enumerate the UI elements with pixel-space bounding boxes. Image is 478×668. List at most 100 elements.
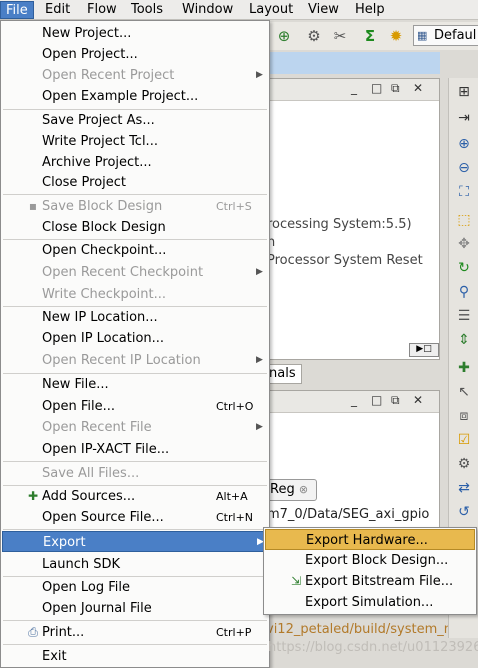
menu-file[interactable]: File	[0, 1, 34, 19]
menu-item-label: Close Block Design	[42, 220, 166, 235]
menu-item-shortcut: Ctrl+P	[216, 626, 252, 639]
minimize-icon[interactable]: _	[351, 81, 357, 95]
move-icon[interactable]: ✥	[454, 234, 474, 254]
menu-item-label: Open Recent Checkpoint	[42, 265, 204, 280]
menu-item-export-bitstream-file[interactable]: ⇲ Export Bitstream File...	[265, 571, 475, 592]
tree-line-3: Processor System Reset	[267, 253, 423, 268]
tools-icon[interactable]: ✂	[330, 26, 350, 46]
menu-item-archive-project[interactable]: Archive Project...	[2, 152, 268, 173]
sigma-icon[interactable]: Σ	[360, 26, 380, 46]
menu-tools[interactable]: Tools	[126, 1, 168, 19]
menu-item-exit[interactable]: Exit	[2, 646, 268, 667]
menu-item-open-source-file[interactable]: Open Source File... Ctrl+N	[2, 507, 268, 528]
watermark: https://blog.csdn.net/u011239266	[268, 640, 478, 655]
menu-item-new-file[interactable]: New File...	[2, 374, 268, 395]
scroll-right-button[interactable]: ▶□	[409, 343, 439, 357]
menu-item-label: New File...	[42, 377, 109, 392]
menu-item-print[interactable]: ⎙ Print... Ctrl+P	[2, 622, 268, 643]
search-icon[interactable]: ⚲	[454, 282, 474, 302]
menu-item-open-example-project[interactable]: Open Example Project...	[2, 86, 268, 107]
menu-separator	[3, 620, 267, 621]
menu-item-label: Print...	[42, 625, 85, 640]
menu-item-open-ip-xact-file[interactable]: Open IP-XACT File...	[2, 439, 268, 460]
tab-signals[interactable]: nals	[266, 364, 302, 384]
menu-item-open-recent-project[interactable]: Open Recent Project ▶	[2, 65, 268, 86]
layout-icon: ▦	[417, 29, 428, 42]
settings-gear-icon[interactable]: ⚙	[304, 26, 324, 46]
menu-item-open-project[interactable]: Open Project...	[2, 44, 268, 65]
add-sources-icon: ✚	[27, 489, 39, 503]
align-icon[interactable]: ☰	[454, 306, 474, 326]
minimize-icon[interactable]: _	[351, 393, 357, 407]
hierarchy-icon[interactable]: ⊞	[454, 82, 474, 102]
expand-icon[interactable]: ⇕	[454, 330, 474, 350]
menu-view[interactable]: View	[303, 1, 344, 19]
regenerate-icon[interactable]: ⚙	[454, 454, 474, 474]
program-icon[interactable]: ✹	[386, 26, 406, 46]
menu-item-new-project[interactable]: New Project...	[2, 23, 268, 44]
menu-item-close-project[interactable]: Close Project	[2, 172, 268, 193]
menu-item-launch-sdk[interactable]: Launch SDK	[2, 554, 268, 575]
menu-item-open-file[interactable]: Open File... Ctrl+O	[2, 396, 268, 417]
validate-icon[interactable]: ☑	[454, 430, 474, 450]
menu-item-write-project-tcl[interactable]: Write Project Tcl...	[2, 131, 268, 152]
menu-layout[interactable]: Layout	[244, 1, 298, 19]
float-icon[interactable]: ⧉	[391, 393, 400, 408]
menu-item-export-simulation[interactable]: Export Simulation...	[265, 592, 475, 613]
add-icon[interactable]: ⊕	[274, 26, 294, 46]
menu-window[interactable]: Window	[177, 1, 238, 19]
close-icon[interactable]: ✕	[413, 393, 423, 407]
menu-item-open-log-file[interactable]: Open Log File	[2, 577, 268, 598]
menu-item-label: Open Source File...	[42, 510, 164, 525]
menu-item-label: Launch SDK	[42, 557, 120, 572]
remove-tag-icon[interactable]: ⊗	[299, 483, 308, 496]
menu-separator	[3, 194, 267, 195]
menu-item-label: Save All Files...	[42, 466, 140, 481]
zoom-fit-icon[interactable]: ⛶	[454, 182, 474, 202]
menu-help[interactable]: Help	[350, 1, 390, 19]
add-ip-icon[interactable]: ✚	[454, 358, 474, 378]
collapse-icon[interactable]: ⇥	[454, 108, 474, 128]
menu-item-label: Open Recent IP Location	[42, 353, 201, 368]
run-icon[interactable]: ↺	[454, 502, 474, 522]
menu-flow[interactable]: Flow	[82, 1, 122, 19]
menu-item-write-checkpoint[interactable]: Write Checkpoint...	[2, 284, 268, 305]
menu-item-open-recent-checkpoint[interactable]: Open Recent Checkpoint ▶	[2, 262, 268, 283]
layout-select[interactable]: ▦ Defaul	[413, 25, 478, 46]
menu-item-label: Export	[43, 535, 86, 550]
menu-item-new-ip-location[interactable]: New IP Location...	[2, 307, 268, 328]
menu-item-open-ip-location[interactable]: Open IP Location...	[2, 328, 268, 349]
submenu-arrow-icon: ▶	[256, 355, 263, 365]
menu-item-label: Add Sources...	[42, 489, 136, 504]
menu-item-add-sources[interactable]: ✚ Add Sources... Alt+A	[2, 486, 268, 507]
float-icon[interactable]: ⧉	[391, 81, 400, 96]
menu-item-open-recent-ip-location[interactable]: Open Recent IP Location ▶	[2, 350, 268, 371]
select-icon[interactable]: ⬚	[454, 210, 474, 230]
menu-item-close-block-design[interactable]: Close Block Design	[2, 217, 268, 238]
reg-tag[interactable]: Reg ⊗	[267, 479, 317, 501]
menu-edit[interactable]: Edit	[40, 1, 75, 19]
zoom-out-icon[interactable]: ⊖	[454, 158, 474, 178]
properties-panel-header: _ □ ⧉ ✕	[267, 391, 439, 413]
menu-item-export-hardware[interactable]: Export Hardware...	[265, 529, 475, 550]
menu-item-export[interactable]: Export ▶	[2, 531, 268, 552]
menu-item-open-journal-file[interactable]: Open Journal File	[2, 598, 268, 619]
pointer-icon[interactable]: ↖	[454, 382, 474, 402]
menu-item-save-all-files[interactable]: Save All Files...	[2, 463, 268, 484]
autoconnect-icon[interactable]: ⇄	[454, 478, 474, 498]
refresh-icon[interactable]: ↻	[454, 258, 474, 278]
maximize-icon[interactable]: □	[371, 393, 382, 407]
menu-item-save-block-design[interactable]: ▪ Save Block Design Ctrl+S	[2, 196, 268, 217]
zoom-in-icon[interactable]: ⊕	[454, 134, 474, 154]
menu-item-open-checkpoint[interactable]: Open Checkpoint...	[2, 240, 268, 261]
close-icon[interactable]: ✕	[413, 81, 423, 95]
port-icon[interactable]: ⧈	[454, 406, 474, 426]
menu-item-save-project-as[interactable]: Save Project As...	[2, 110, 268, 131]
menu-item-label: Save Block Design	[42, 199, 163, 214]
properties-panel: _ □ ⧉ ✕ Reg ⊗ m7_0/Data/SEG_axi_gpio	[266, 390, 440, 530]
maximize-icon[interactable]: □	[371, 81, 382, 95]
menu-item-label: Archive Project...	[42, 155, 152, 170]
design-panel-header: _ □ ⧉ ✕	[267, 79, 439, 101]
menu-item-open-recent-file[interactable]: Open Recent File ▶	[2, 417, 268, 438]
menu-item-export-block-design[interactable]: Export Block Design...	[265, 550, 475, 571]
